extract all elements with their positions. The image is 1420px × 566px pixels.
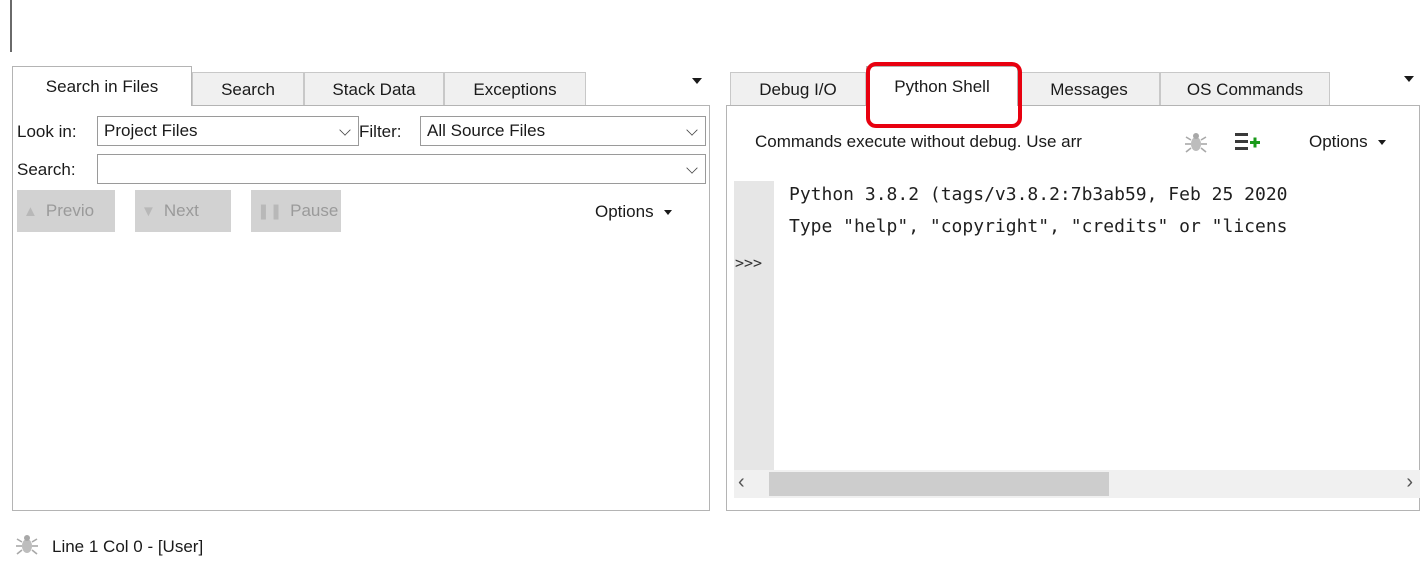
options-label: Options: [595, 202, 654, 221]
look-in-label: Look in:: [17, 122, 77, 141]
bug-icon[interactable]: [1185, 130, 1207, 159]
shell-prompt: >>>: [735, 254, 763, 272]
tab-debug-io[interactable]: Debug I/O: [730, 72, 866, 106]
arrow-down-icon: ▼: [141, 202, 156, 220]
previous-label: Previo: [45, 201, 95, 220]
left-tabstrip: Search in Files Search Stack Data Except…: [12, 66, 710, 106]
arrow-up-icon: ▲: [23, 202, 38, 220]
tab-label: Python Shell: [894, 76, 990, 96]
status-text: Line 1 Col 0 - [User]: [52, 536, 204, 556]
tab-label: Debug I/O: [759, 79, 837, 99]
tab-stack-data[interactable]: Stack Data: [304, 72, 444, 106]
console-line: Type "help", "copyright", "credits" or "…: [789, 216, 1288, 237]
console-gutter: [734, 181, 774, 471]
add-list-icon[interactable]: [1235, 132, 1261, 157]
filter-value: All Source Files: [427, 121, 546, 140]
pause-label: Pause: [290, 201, 339, 220]
filter-dropdown[interactable]: All Source Files: [420, 116, 706, 146]
options-label: Options: [1309, 132, 1368, 151]
caret-down-icon: [1377, 139, 1386, 145]
pause-button[interactable]: ❚❚ Pause: [251, 190, 341, 232]
pause-icon: ❚❚: [257, 203, 283, 220]
tab-menu-icon[interactable]: [692, 78, 702, 84]
chevron-down-icon: [339, 124, 351, 136]
search-in-files-panel: Look in: Project Files Filter: All Sourc…: [12, 105, 710, 511]
shell-description: Commands execute without debug. Use arr: [755, 132, 1082, 151]
tab-search-in-files[interactable]: Search in Files: [12, 66, 192, 106]
status-bar: Line 1 Col 0 - [User]: [16, 532, 203, 561]
console-line: Python 3.8.2 (tags/v3.8.2:7b3ab59, Feb 2…: [789, 184, 1288, 205]
tab-label: Search in Files: [45, 76, 159, 96]
filter-label: Filter:: [359, 122, 402, 141]
scroll-left-icon[interactable]: ‹: [738, 471, 745, 494]
shell-options-button[interactable]: Options: [1309, 132, 1386, 152]
tab-label: Stack Data: [332, 79, 416, 99]
tab-label: Messages: [1050, 79, 1128, 99]
previous-button[interactable]: ▲ Previo: [17, 190, 115, 232]
chevron-down-icon: [686, 162, 698, 174]
tab-python-shell[interactable]: Python Shell: [866, 66, 1018, 106]
tab-exceptions[interactable]: Exceptions: [444, 72, 586, 106]
bug-icon: [16, 532, 38, 561]
scrollbar-thumb[interactable]: [769, 472, 1109, 496]
window-edge: [10, 0, 12, 52]
tab-search[interactable]: Search: [192, 72, 304, 106]
caret-down-icon: [663, 209, 672, 215]
search-input[interactable]: [97, 154, 706, 184]
python-shell-panel: Commands execute without debug. Use arr …: [726, 105, 1420, 511]
chevron-down-icon: [686, 124, 698, 136]
next-button[interactable]: ▼ Next: [135, 190, 231, 232]
tab-label: Exceptions: [473, 79, 557, 99]
look-in-dropdown[interactable]: Project Files: [97, 116, 359, 146]
look-in-value: Project Files: [104, 121, 198, 140]
tab-os-commands[interactable]: OS Commands: [1160, 72, 1330, 106]
search-label: Search:: [17, 160, 76, 179]
tab-label: OS Commands: [1186, 79, 1304, 99]
right-tabstrip: Debug I/O Python Shell Messages OS Comma…: [726, 66, 1420, 106]
tab-label: Search: [221, 79, 275, 99]
horizontal-scrollbar[interactable]: ‹ ›: [734, 470, 1420, 498]
scroll-right-icon[interactable]: ›: [1406, 471, 1413, 494]
tab-messages[interactable]: Messages: [1018, 72, 1160, 106]
tab-menu-icon[interactable]: [1404, 76, 1414, 82]
search-options-button[interactable]: Options: [595, 202, 672, 222]
next-label: Next: [163, 201, 199, 220]
